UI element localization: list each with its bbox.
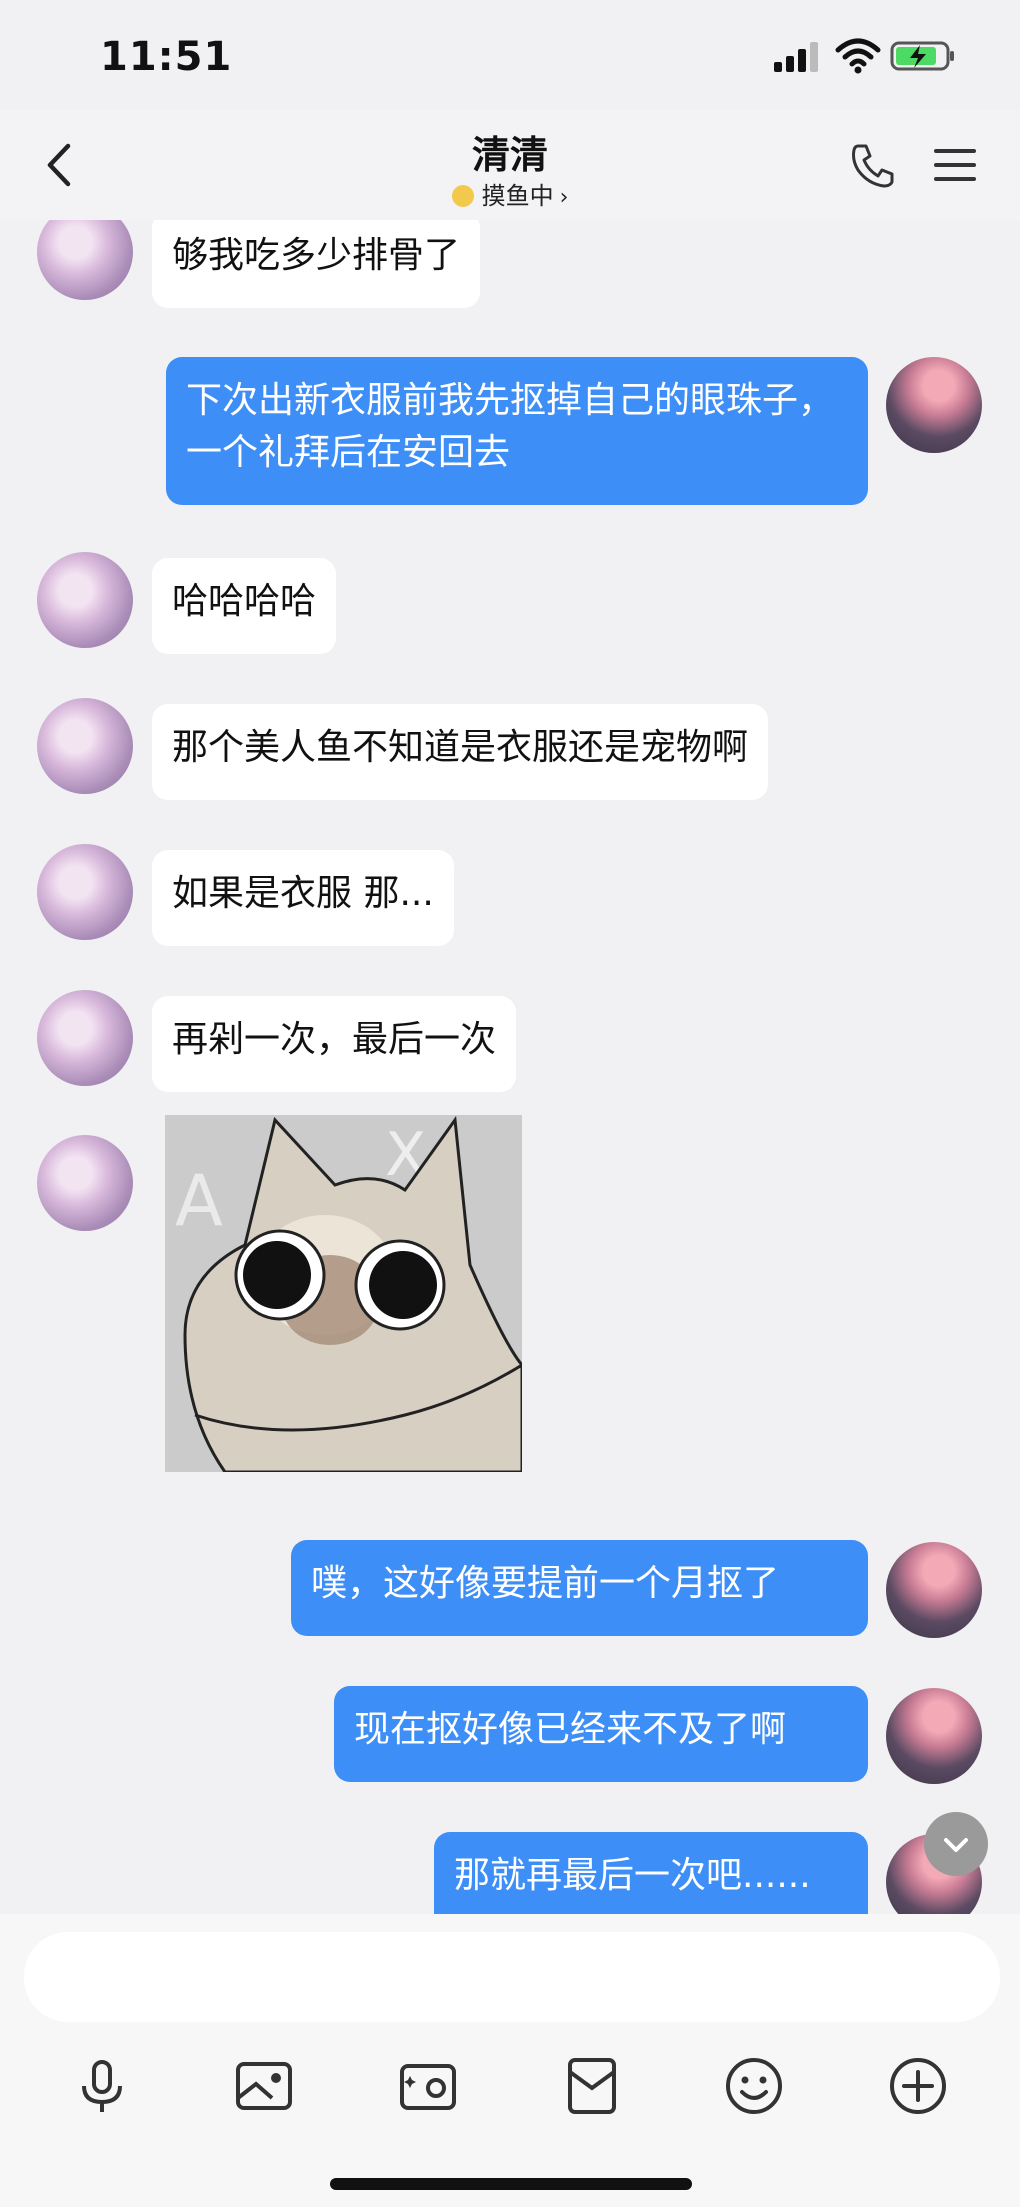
outgoing-message[interactable]: 噗，这好像要提前一个月抠了 <box>291 1540 868 1636</box>
incoming-message[interactable]: 哈哈哈哈 <box>152 558 337 654</box>
my-avatar[interactable] <box>886 357 982 453</box>
menu-icon[interactable] <box>932 146 978 184</box>
status-time: 11:51 <box>100 34 233 80</box>
wifi-icon <box>835 38 881 74</box>
friend-avatar[interactable] <box>37 844 133 940</box>
incoming-message[interactable]: 那个美人鱼不知道是衣服还是宠物啊 <box>152 704 769 800</box>
home-indicator[interactable] <box>330 2178 692 2190</box>
chevron-right-icon: › <box>559 185 569 210</box>
composer-bar <box>0 1914 1020 2207</box>
chat-header: 清清 摸鱼中 › <box>0 110 1020 220</box>
svg-text:A: A <box>175 1160 223 1242</box>
emoji-icon[interactable] <box>722 2054 786 2118</box>
plus-icon[interactable] <box>886 2054 950 2118</box>
camera-icon[interactable] <box>396 2054 460 2118</box>
image-icon[interactable] <box>232 2054 296 2118</box>
siamese-cat-sticker[interactable]: A X <box>165 1115 522 1472</box>
microphone-icon[interactable] <box>70 2054 134 2118</box>
outgoing-message[interactable]: 现在抠好像已经来不及了啊 <box>334 1686 868 1782</box>
outgoing-message[interactable]: 下次出新衣服前我先抠掉自己的眼珠子，一个礼拜后在安回去 <box>166 357 868 505</box>
cellular-signal-icon <box>774 42 818 72</box>
chat-area[interactable]: 够我吃多少排骨了 下次出新衣服前我先抠掉自己的眼珠子，一个礼拜后在安回去 哈哈哈… <box>0 220 1020 1914</box>
my-avatar[interactable] <box>886 1542 982 1638</box>
friend-avatar[interactable] <box>37 552 133 648</box>
cat-sticker-illustration: A X <box>165 1115 522 1472</box>
friend-avatar[interactable] <box>37 220 133 300</box>
friend-avatar[interactable] <box>37 990 133 1086</box>
incoming-message[interactable]: 如果是衣服 那... <box>152 850 454 946</box>
phone-call-icon[interactable] <box>848 140 896 190</box>
red-packet-icon[interactable] <box>560 2054 624 2118</box>
contact-status-text: 摸鱼中 <box>481 182 554 210</box>
incoming-message[interactable]: 够我吃多少排骨了 <box>152 220 481 308</box>
incoming-message[interactable]: 再剁一次，最后一次 <box>152 996 517 1092</box>
scroll-to-bottom-button[interactable] <box>924 1812 988 1876</box>
friend-avatar[interactable] <box>37 1135 133 1231</box>
friend-avatar[interactable] <box>37 698 133 794</box>
chevron-down-icon <box>944 1838 968 1852</box>
status-bar: 11:51 <box>0 0 1020 120</box>
status-emoji-icon <box>451 185 474 207</box>
my-avatar[interactable] <box>886 1688 982 1784</box>
battery-charging-icon <box>890 41 954 71</box>
outgoing-message[interactable]: 那就再最后一次吧...... <box>434 1832 868 1914</box>
message-input[interactable] <box>24 1932 1000 2022</box>
